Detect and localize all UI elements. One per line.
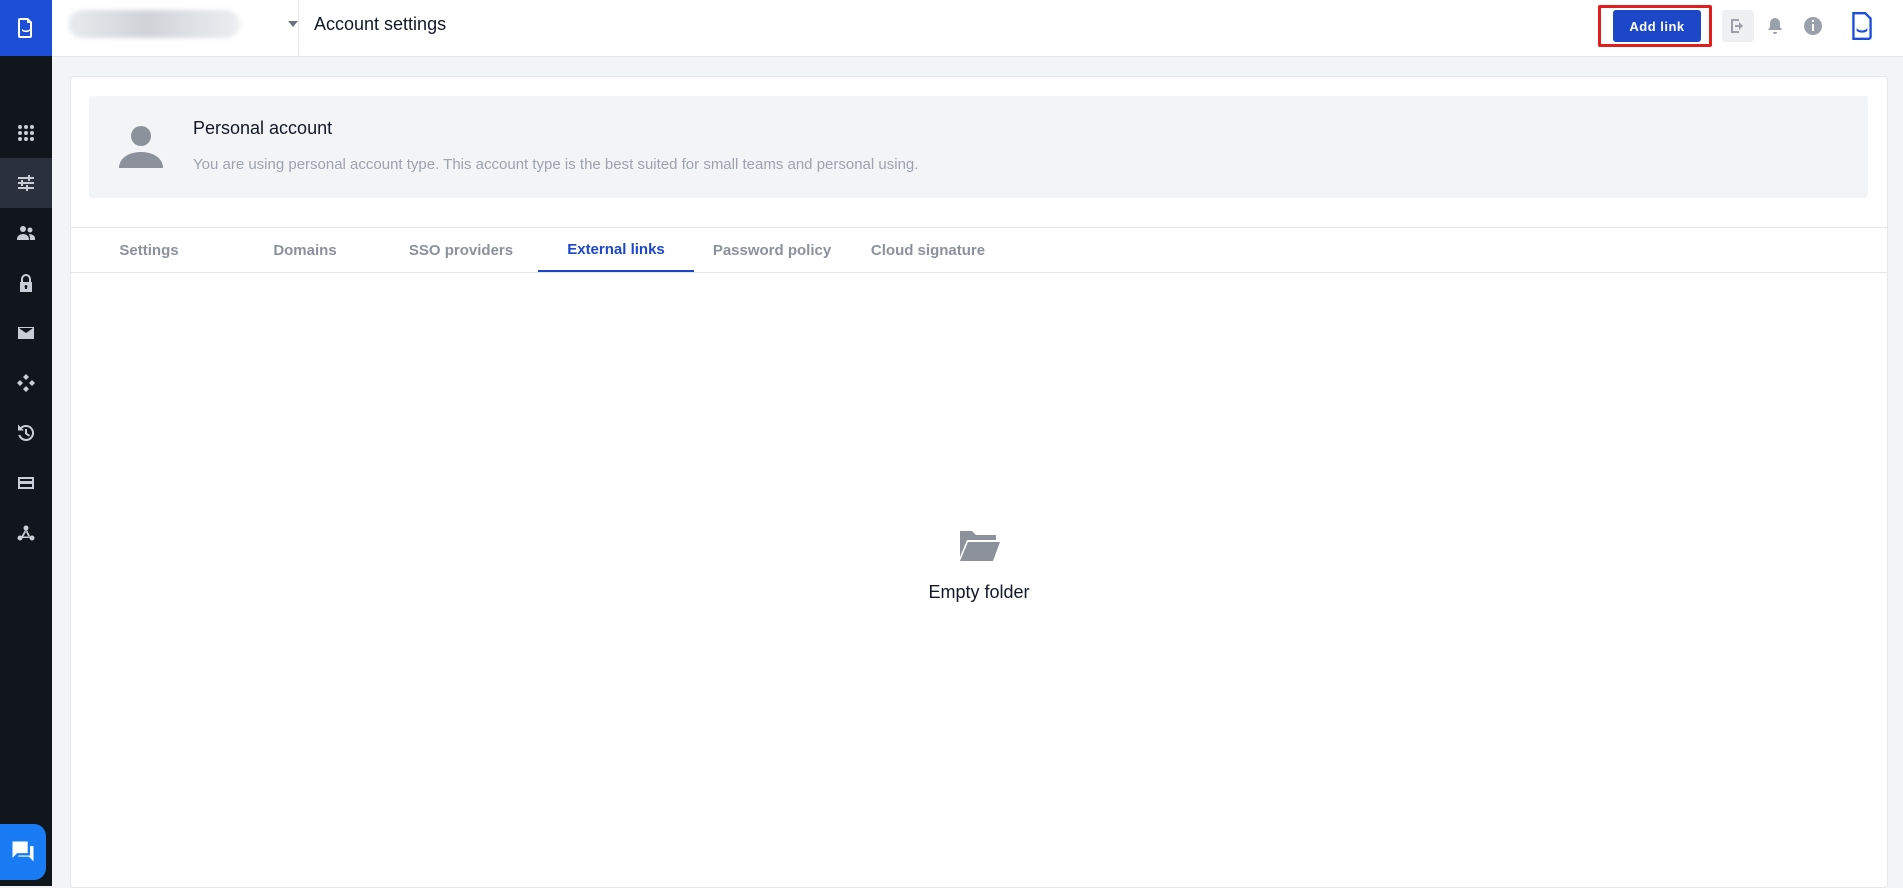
page-title: Account settings bbox=[314, 14, 447, 34]
open-folder-icon bbox=[960, 531, 1000, 561]
workspace-selector[interactable] bbox=[68, 8, 298, 40]
tab-sso-providers[interactable]: SSO providers bbox=[383, 228, 539, 272]
settings-card: Personal account You are using personal … bbox=[70, 76, 1888, 888]
tab-cloud-signature[interactable]: Cloud signature bbox=[850, 228, 1006, 272]
bell-icon[interactable] bbox=[1759, 10, 1791, 42]
chevron-down-icon[interactable] bbox=[288, 20, 298, 28]
brand-logo-icon[interactable] bbox=[1846, 10, 1878, 42]
lock-icon[interactable] bbox=[0, 258, 52, 308]
user-avatar-icon bbox=[119, 126, 163, 168]
empty-state-label: Empty folder bbox=[928, 582, 1030, 602]
settings-sliders-icon[interactable] bbox=[0, 158, 52, 208]
settings-tabs: Settings Domains SSO providers External … bbox=[71, 227, 1887, 273]
header-divider bbox=[298, 0, 299, 56]
history-icon[interactable] bbox=[0, 408, 52, 458]
empty-state: Empty folder bbox=[71, 527, 1887, 603]
apps-icon[interactable] bbox=[0, 108, 52, 158]
tab-settings[interactable]: Settings bbox=[71, 228, 227, 272]
billing-card-icon[interactable] bbox=[0, 458, 52, 508]
tab-external-links[interactable]: External links bbox=[538, 228, 694, 272]
sign-in-icon[interactable] bbox=[1722, 10, 1754, 42]
account-type-title: Personal account bbox=[193, 118, 333, 138]
account-info-panel: Personal account You are using personal … bbox=[89, 96, 1868, 198]
chat-icon[interactable] bbox=[0, 824, 46, 880]
app-logo-icon[interactable] bbox=[0, 0, 52, 56]
add-link-button[interactable]: Add link bbox=[1613, 10, 1701, 42]
webhook-icon[interactable] bbox=[0, 508, 52, 558]
left-rail bbox=[0, 0, 52, 886]
info-icon[interactable] bbox=[1797, 10, 1829, 42]
mail-icon[interactable] bbox=[0, 308, 52, 358]
workspace-name-blurred bbox=[68, 10, 240, 38]
integrations-icon[interactable] bbox=[0, 358, 52, 408]
users-icon[interactable] bbox=[0, 208, 52, 258]
account-type-description: You are using personal account type. Thi… bbox=[193, 156, 919, 173]
tab-domains[interactable]: Domains bbox=[227, 228, 383, 272]
tab-password-policy[interactable]: Password policy bbox=[694, 228, 850, 272]
